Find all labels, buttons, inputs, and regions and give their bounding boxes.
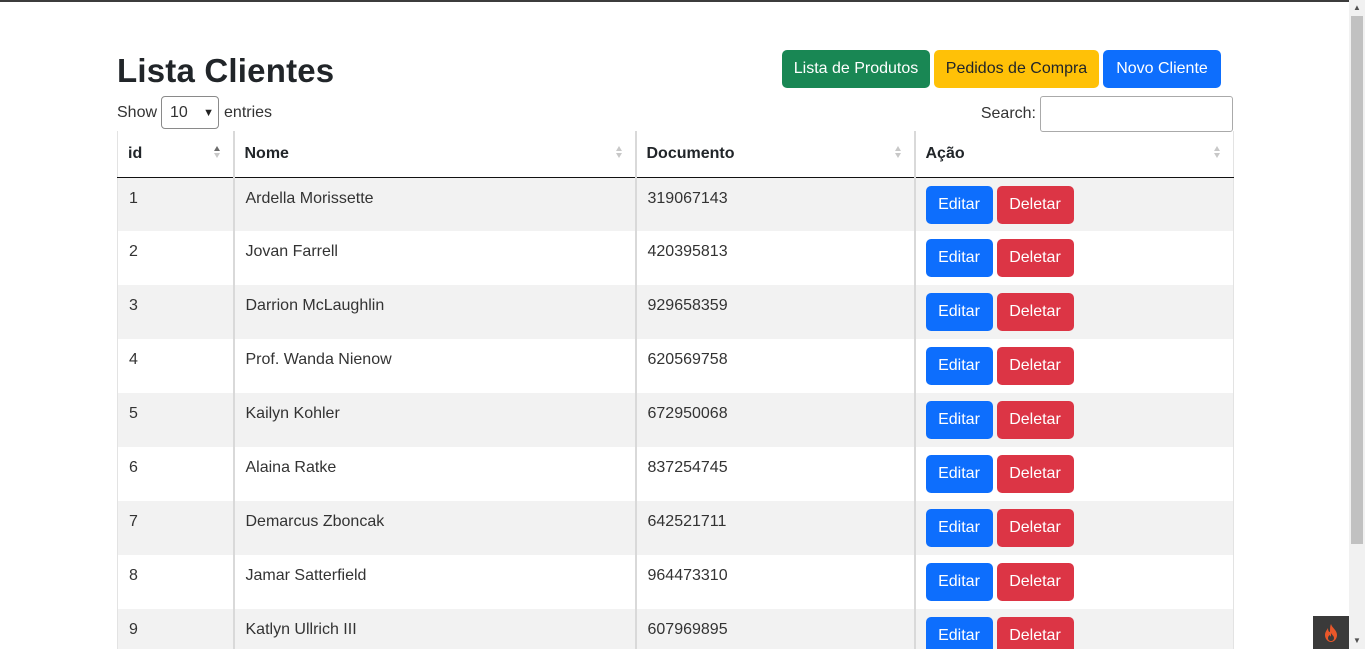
novo-cliente-button[interactable]: Novo Cliente bbox=[1103, 50, 1221, 88]
cell-nome: Jamar Satterfield bbox=[232, 555, 636, 609]
show-label: Show bbox=[117, 103, 158, 121]
pedidos-de-compra-button[interactable]: Pedidos de Compra bbox=[934, 50, 1099, 88]
editar-button[interactable]: Editar bbox=[925, 617, 993, 649]
editar-button[interactable]: Editar bbox=[925, 293, 993, 331]
deletar-button[interactable]: Deletar bbox=[996, 617, 1074, 649]
cell-acao: Editar Deletar bbox=[913, 447, 1234, 501]
vertical-scrollbar[interactable]: ▲ ▼ bbox=[1349, 0, 1365, 649]
sort-arrows-icon bbox=[894, 146, 902, 162]
sort-arrows-icon bbox=[1213, 146, 1221, 162]
cell-documento: 837254745 bbox=[634, 447, 915, 501]
cell-id: 1 bbox=[117, 177, 234, 231]
entries-select[interactable]: 10 ▼ bbox=[161, 96, 220, 129]
column-header-nome[interactable]: Nome bbox=[232, 131, 636, 178]
table-row: 5 Kailyn Kohler 672950068 Editar Deletar bbox=[117, 393, 1234, 447]
editar-button[interactable]: Editar bbox=[925, 347, 993, 385]
table-row: 8 Jamar Satterfield 964473310 Editar Deletar bbox=[117, 555, 1234, 609]
cell-id: 6 bbox=[117, 447, 234, 501]
editar-button[interactable]: Editar bbox=[925, 401, 993, 439]
cell-nome: Prof. Wanda Nienow bbox=[232, 339, 636, 393]
clientes-table: id Nome Documento Ação 1 Ardella Morisset… bbox=[117, 131, 1234, 649]
column-header-label: Documento bbox=[646, 144, 735, 162]
cell-id: 5 bbox=[117, 393, 234, 447]
cell-id: 7 bbox=[117, 501, 234, 555]
deletar-button[interactable]: Deletar bbox=[996, 509, 1074, 547]
table-row: 4 Prof. Wanda Nienow 620569758 Editar Deleta… bbox=[117, 339, 1234, 393]
flame-icon bbox=[1325, 623, 1337, 642]
deletar-button[interactable]: Deletar bbox=[996, 239, 1074, 277]
sort-arrows-icon bbox=[615, 146, 623, 162]
column-header-label: Ação bbox=[925, 144, 965, 162]
cell-documento: 672950068 bbox=[634, 393, 915, 447]
editar-button[interactable]: Editar bbox=[925, 239, 993, 277]
column-header-label: Nome bbox=[244, 144, 289, 162]
cell-nome: Katlyn Ullrich III bbox=[232, 609, 636, 649]
deletar-button[interactable]: Deletar bbox=[996, 455, 1074, 493]
table-row: 2 Jovan Farrell 420395813 Editar Deletar bbox=[117, 231, 1234, 285]
table-search: Search: bbox=[981, 96, 1233, 132]
column-header-documento[interactable]: Documento bbox=[634, 131, 915, 178]
cell-documento: 607969895 bbox=[634, 609, 915, 649]
search-input[interactable] bbox=[1040, 96, 1233, 132]
cell-id: 9 bbox=[117, 609, 234, 649]
deletar-button[interactable]: Deletar bbox=[996, 401, 1074, 439]
editar-button[interactable]: Editar bbox=[925, 455, 993, 493]
cell-documento: 964473310 bbox=[634, 555, 915, 609]
cell-documento: 620569758 bbox=[634, 339, 915, 393]
cell-acao: Editar Deletar bbox=[913, 339, 1234, 393]
column-header-id[interactable]: id bbox=[117, 131, 234, 178]
cell-acao: Editar Deletar bbox=[913, 609, 1234, 649]
cell-nome: Jovan Farrell bbox=[232, 231, 636, 285]
cell-id: 3 bbox=[117, 285, 234, 339]
debug-toolbar-badge[interactable] bbox=[1313, 616, 1349, 649]
cell-documento: 319067143 bbox=[634, 177, 915, 231]
scrollbar-thumb[interactable] bbox=[1351, 16, 1363, 544]
table-row: 1 Ardella Morissette 319067143 Editar Deleta… bbox=[117, 177, 1234, 231]
cell-acao: Editar Deletar bbox=[913, 177, 1234, 231]
cell-documento: 929658359 bbox=[634, 285, 915, 339]
lista-de-produtos-button[interactable]: Lista de Produtos bbox=[782, 50, 930, 88]
scroll-up-icon[interactable]: ▲ bbox=[1349, 0, 1365, 16]
search-label: Search: bbox=[980, 105, 1036, 122]
deletar-button[interactable]: Deletar bbox=[996, 563, 1074, 601]
deletar-button[interactable]: Deletar bbox=[996, 347, 1074, 385]
cell-nome: Ardella Morissette bbox=[232, 177, 636, 231]
entries-select-value: 10 bbox=[170, 103, 188, 121]
table-row: 9 Katlyn Ullrich III 607969895 Editar Deleta… bbox=[117, 609, 1234, 649]
column-header-label: id bbox=[128, 144, 143, 162]
table-row: 6 Alaina Ratke 837254745 Editar Deletar bbox=[117, 447, 1234, 501]
editar-button[interactable]: Editar bbox=[925, 185, 993, 224]
cell-acao: Editar Deletar bbox=[913, 285, 1234, 339]
cell-acao: Editar Deletar bbox=[913, 501, 1234, 555]
cell-nome: Demarcus Zboncak bbox=[232, 501, 636, 555]
cell-acao: Editar Deletar bbox=[913, 393, 1234, 447]
column-header-acao[interactable]: Ação bbox=[913, 131, 1234, 178]
scroll-down-icon[interactable]: ▼ bbox=[1349, 633, 1365, 649]
cell-documento: 420395813 bbox=[634, 231, 915, 285]
sort-ascending-icon bbox=[213, 146, 221, 162]
table-body: 1 Ardella Morissette 319067143 Editar Deleta… bbox=[117, 177, 1234, 649]
entries-length-control: Show 10 ▼ entries bbox=[117, 96, 272, 129]
cell-acao: Editar Deletar bbox=[913, 555, 1234, 609]
cell-acao: Editar Deletar bbox=[913, 231, 1234, 285]
cell-id: 4 bbox=[117, 339, 234, 393]
chevron-down-icon: ▼ bbox=[203, 106, 215, 119]
deletar-button[interactable]: Deletar bbox=[996, 293, 1074, 331]
deletar-button[interactable]: Deletar bbox=[996, 185, 1074, 224]
table-row: 7 Demarcus Zboncak 642521711 Editar Deletar bbox=[117, 501, 1234, 555]
table-header-row: id Nome Documento Ação bbox=[117, 131, 1234, 178]
cell-id: 8 bbox=[117, 555, 234, 609]
cell-nome: Alaina Ratke bbox=[232, 447, 636, 501]
cell-nome: Kailyn Kohler bbox=[232, 393, 636, 447]
clientes-table-container: id Nome Documento Ação 1 Ardella Morisset… bbox=[117, 131, 1234, 649]
table-row: 3 Darrion McLaughlin 929658359 Editar Deleta… bbox=[117, 285, 1234, 339]
cell-id: 2 bbox=[117, 231, 234, 285]
editar-button[interactable]: Editar bbox=[925, 563, 993, 601]
cell-documento: 642521711 bbox=[634, 501, 915, 555]
cell-nome: Darrion McLaughlin bbox=[232, 285, 636, 339]
entries-label: entries bbox=[224, 103, 273, 121]
editar-button[interactable]: Editar bbox=[925, 509, 993, 547]
page-title: Lista Clientes bbox=[117, 52, 335, 89]
window-top-border bbox=[0, 0, 1349, 2]
